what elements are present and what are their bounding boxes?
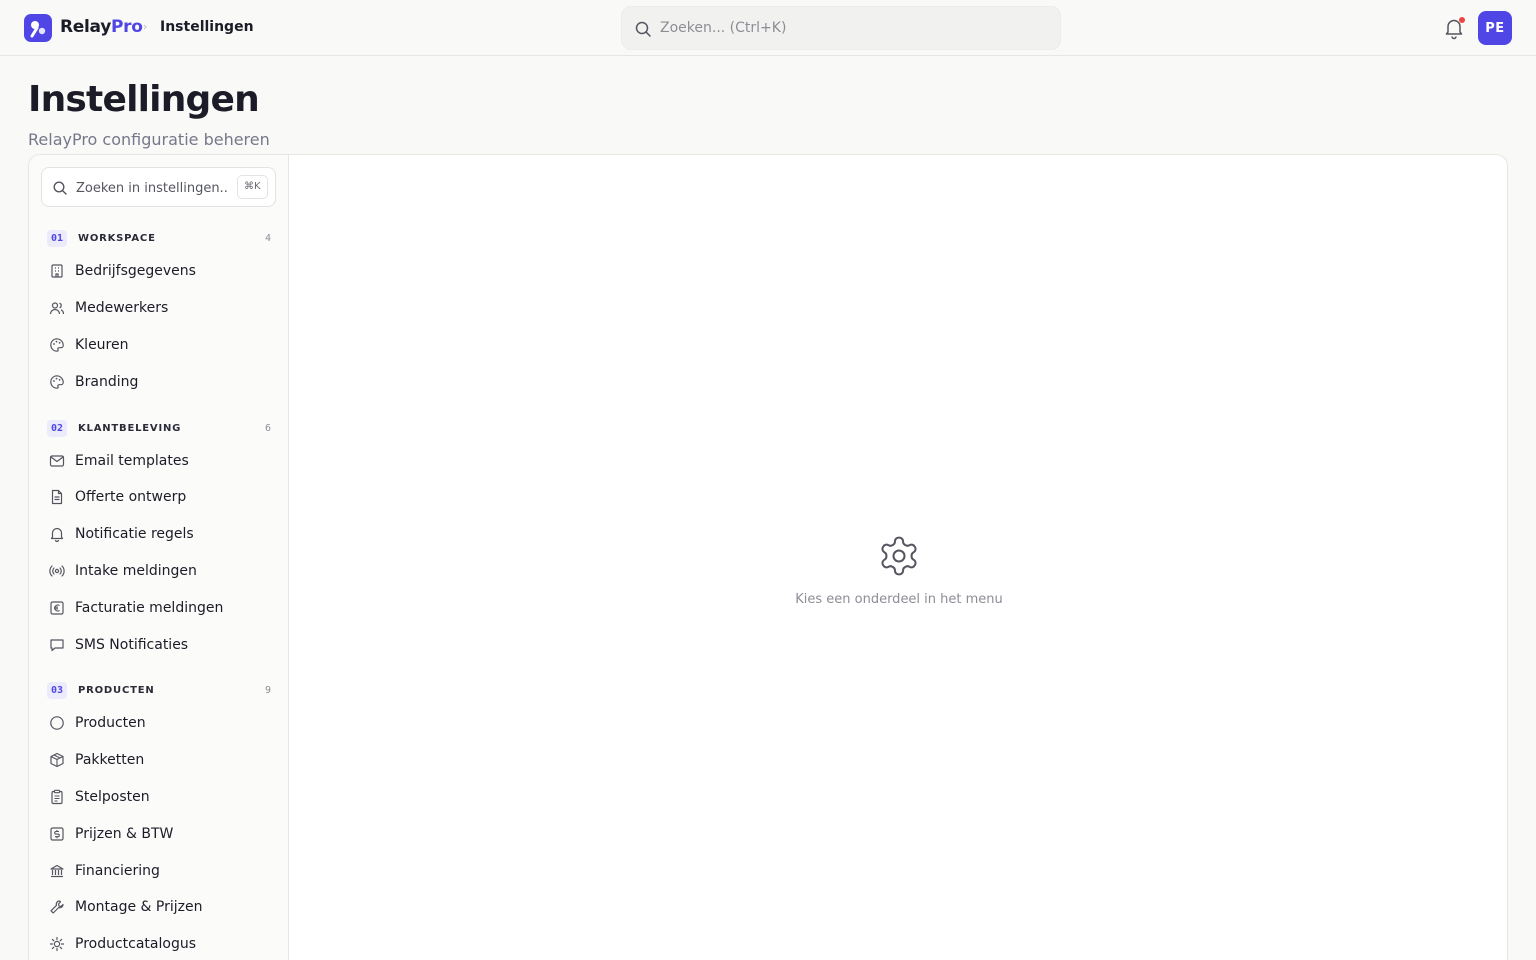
sidebar-item-label: Prijzen & BTW: [75, 826, 174, 842]
sidebar-item-label: Kleuren: [75, 337, 129, 353]
group-number: 03: [47, 682, 68, 699]
sidebar-item-label: Intake meldingen: [75, 563, 197, 579]
sidebar-item-producten[interactable]: Producten: [41, 707, 277, 739]
page-title: Instellingen: [28, 79, 260, 120]
sidebar-item-montage-prijzen[interactable]: Montage & Prijzen: [41, 891, 277, 923]
group-header-producten: 03 PRODUCTEN 9: [47, 682, 271, 700]
package-icon: [50, 752, 64, 768]
sidebar-item-label: SMS Notificaties: [75, 637, 189, 653]
sidebar-item-label: Producten: [75, 715, 146, 731]
group-number: 02: [47, 420, 68, 437]
group-label: KLANTBELEVING: [78, 423, 182, 434]
group-number: 01: [47, 230, 68, 247]
brand-name[interactable]: RelayPro: [60, 16, 143, 38]
building-icon: [51, 264, 63, 278]
sidebar-item-bedrijfsgegevens[interactable]: Bedrijfsgegevens: [41, 255, 277, 287]
page-subtitle: RelayPro configuratie beheren: [28, 130, 270, 149]
search-icon: [53, 181, 67, 195]
sidebar-item-label: Email templates: [75, 453, 189, 469]
sidebar-item-notificatie-regels[interactable]: Notificatie regels: [41, 518, 277, 550]
sidebar-item-intake-meldingen[interactable]: Intake meldingen: [41, 555, 277, 587]
group-count: 4: [264, 233, 271, 244]
group-count: 6: [264, 423, 271, 434]
sun-icon: [49, 936, 65, 952]
sidebar-item-prijzen-btw[interactable]: Prijzen & BTW: [41, 818, 277, 850]
empty-state-text: Kies een onderdeel in het menu: [795, 592, 1003, 607]
palette-icon: [50, 338, 64, 352]
sidebar-item-label: Productcatalogus: [75, 936, 197, 952]
sidebar-item-label: Medewerkers: [75, 300, 169, 316]
sidebar-item-facturatie-meldingen[interactable]: Facturatie meldingen: [41, 592, 277, 624]
dollar-icon: [50, 827, 64, 841]
sidebar-item-label: Branding: [75, 374, 139, 390]
palette-icon: [50, 375, 64, 389]
group-count: 9: [264, 685, 271, 696]
sidebar-item-kleuren[interactable]: Kleuren: [41, 329, 277, 361]
euro-icon: [50, 601, 64, 615]
radio-icon: [49, 565, 65, 577]
search-icon: [635, 21, 651, 37]
breadcrumb-separator: ›: [143, 20, 148, 33]
sidebar-item-label: Bedrijfsgegevens: [75, 263, 196, 279]
sidebar-item-email-templates[interactable]: Email templates: [41, 445, 277, 477]
breadcrumb-current: Instellingen: [160, 19, 254, 35]
sidebar-item-offerte-ontwerp[interactable]: Offerte ontwerp: [41, 481, 277, 513]
bank-icon: [50, 864, 64, 878]
notification-dot: [1459, 17, 1465, 23]
settings-search-input[interactable]: [76, 178, 228, 198]
mail-icon: [49, 455, 65, 467]
settings-content: Kies een onderdeel in het menu: [289, 155, 1507, 960]
sidebar-item-label: Montage & Prijzen: [75, 899, 203, 915]
sidebar-item-label: Notificatie regels: [75, 526, 194, 542]
group-label: PRODUCTEN: [78, 685, 155, 696]
group-label: WORKSPACE: [78, 233, 156, 244]
sidebar-item-medewerkers[interactable]: Medewerkers: [41, 292, 277, 324]
global-search-box[interactable]: [621, 6, 1061, 50]
sidebar-item-productcatalogus[interactable]: Productcatalogus: [41, 928, 277, 960]
search-shortcut-badge: ⌘K: [237, 175, 268, 199]
file-text-icon: [51, 489, 63, 505]
circle-icon: [50, 716, 64, 730]
gear-icon: [881, 536, 917, 576]
sidebar-item-financiering[interactable]: Financiering: [41, 855, 277, 887]
bell-icon: [50, 527, 64, 542]
global-search-input[interactable]: [660, 17, 1040, 39]
sidebar-item-branding[interactable]: Branding: [41, 366, 277, 398]
sidebar-item-label: Offerte ontwerp: [75, 489, 187, 505]
group-header-workspace: 01 WORKSPACE 4: [47, 230, 271, 248]
brand-name-part1: Relay: [60, 17, 111, 37]
relaypro-logo-icon[interactable]: [24, 14, 52, 42]
settings-sidebar: ⌘K 01 WORKSPACE 4 Bedrijfsgegevens Medew…: [29, 155, 289, 960]
sidebar-item-label: Pakketten: [75, 752, 145, 768]
clipboard-icon: [51, 789, 63, 805]
settings-card: ⌘K 01 WORKSPACE 4 Bedrijfsgegevens Medew…: [28, 154, 1508, 960]
user-avatar[interactable]: PE: [1478, 11, 1512, 45]
wrench-icon: [50, 900, 64, 914]
sidebar-item-pakketten[interactable]: Pakketten: [41, 744, 277, 776]
brand-name-part2: Pro: [110, 17, 143, 37]
users-icon: [49, 302, 65, 315]
group-header-klantbeleving: 02 KLANTBELEVING 6: [47, 420, 271, 438]
sidebar-item-label: Financiering: [75, 863, 160, 879]
sidebar-item-label: Stelposten: [75, 789, 150, 805]
sidebar-item-stelposten[interactable]: Stelposten: [41, 781, 277, 813]
top-bar: RelayPro › Instellingen PE: [0, 0, 1536, 56]
settings-search-box[interactable]: ⌘K: [41, 167, 276, 207]
sidebar-item-sms-notificaties[interactable]: SMS Notificaties: [41, 629, 277, 661]
message-icon: [50, 639, 64, 652]
sidebar-item-label: Facturatie meldingen: [75, 600, 224, 616]
